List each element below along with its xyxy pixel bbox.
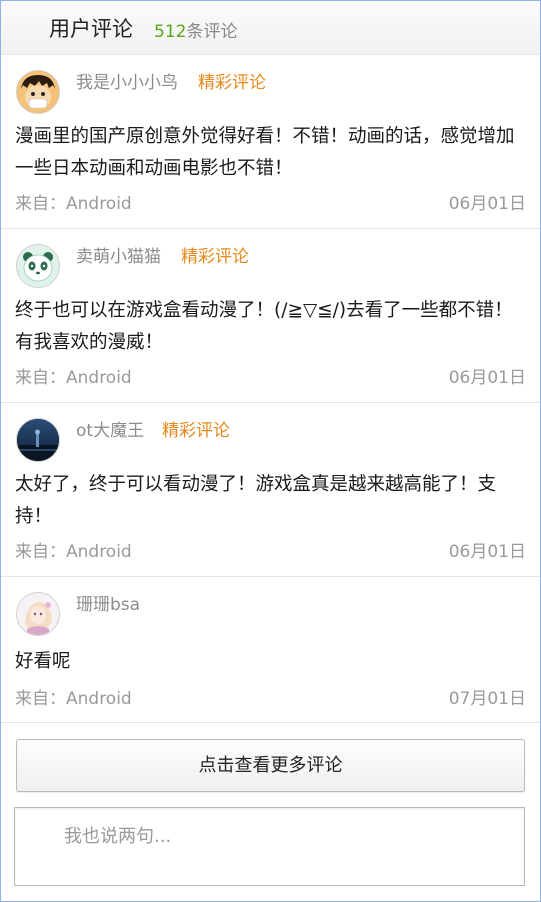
panda-avatar-icon[interactable] xyxy=(16,244,60,288)
featured-badge: 精彩评论 xyxy=(162,421,230,441)
comment-count-suffix: 条评论 xyxy=(186,22,238,42)
featured-badge: 精彩评论 xyxy=(198,73,266,93)
comment-content: 漫画里的国产原创意外觉得好看！不错！动画的话，感觉增加一些日本动画和动画电影也不… xyxy=(15,126,515,179)
comment-item: ot大魔王 精彩评论 太好了，终于可以看动漫了！游戏盒真是越来越高能了！支持！ … xyxy=(1,403,540,577)
featured-badge: 精彩评论 xyxy=(181,247,249,267)
comment-date: 06月01日 xyxy=(448,368,526,388)
comment-item: 卖萌小猫猫 精彩评论 终于也可以在游戏盒看动漫了！(/≧▽≦/)去看了一些都不错… xyxy=(1,229,540,403)
comments-panel: 用户评论 512条评论 我是小小小鸟 精彩评论 漫画里的国产原创意外觉得好看！不… xyxy=(0,0,541,902)
night-landscape-avatar-icon[interactable] xyxy=(16,418,60,462)
comment-date: 06月01日 xyxy=(448,194,526,214)
comment-source: 来自：Android xyxy=(15,689,132,709)
comment-content: 终于也可以在游戏盒看动漫了！(/≧▽≦/)去看了一些都不错！有我喜欢的漫威！ xyxy=(15,300,513,353)
comment-username[interactable]: 珊珊bsa xyxy=(76,590,140,615)
comment-content: 好看呢 xyxy=(15,651,71,672)
comment-username[interactable]: 我是小小小鸟 xyxy=(76,68,178,93)
comment-input[interactable]: 我也说两句... xyxy=(14,807,525,886)
comment-source: 来自：Android xyxy=(15,542,132,562)
cartoon-boy-avatar-icon[interactable] xyxy=(16,70,60,114)
comment-source: 来自：Android xyxy=(15,368,132,388)
header-title: 用户评论 xyxy=(49,17,133,41)
comment-date: 06月01日 xyxy=(448,542,526,562)
comment-content: 太好了，终于可以看动漫了！游戏盒真是越来越高能了！支持！ xyxy=(15,474,497,527)
comment-count-number: 512 xyxy=(154,22,187,42)
anime-girl-avatar-icon[interactable] xyxy=(16,592,60,636)
comment-date: 07月01日 xyxy=(448,689,526,709)
comment-count: 512条评论 xyxy=(154,17,237,42)
comments-header: 用户评论 512条评论 xyxy=(1,1,540,55)
load-more-comments-button[interactable]: 点击查看更多评论 xyxy=(16,739,525,792)
comment-username[interactable]: 卖萌小猫猫 xyxy=(76,242,161,267)
comment-username[interactable]: ot大魔王 xyxy=(76,416,144,441)
comment-item: 珊珊bsa 好看呢 来自：Android 07月01日 xyxy=(1,577,540,723)
comment-source: 来自：Android xyxy=(15,194,132,214)
comment-input-placeholder: 我也说两句... xyxy=(64,826,172,847)
comment-item: 我是小小小鸟 精彩评论 漫画里的国产原创意外觉得好看！不错！动画的话，感觉增加一… xyxy=(1,55,540,229)
